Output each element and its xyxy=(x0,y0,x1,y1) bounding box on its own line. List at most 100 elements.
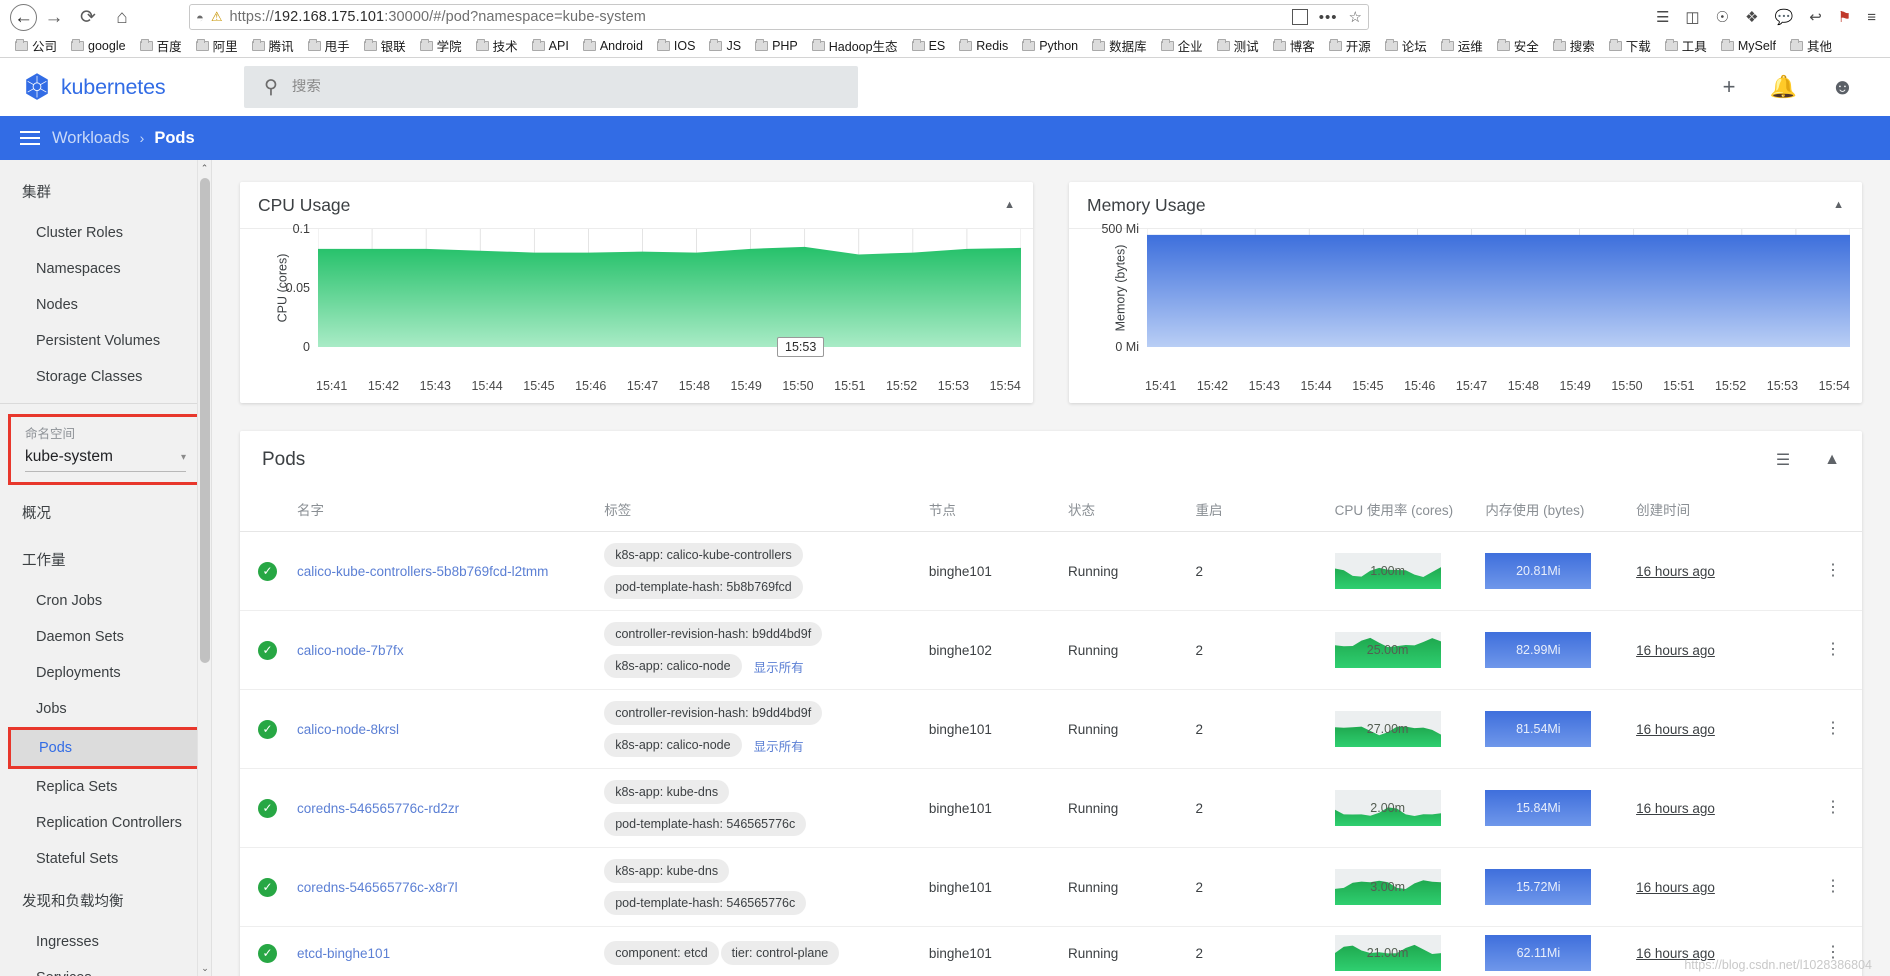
kubernetes-logo[interactable]: kubernetes xyxy=(22,72,214,102)
pod-name-link[interactable]: coredns-546565776c-x8r7l xyxy=(297,880,458,895)
show-all-link[interactable]: 显示所有 xyxy=(754,657,804,676)
column-header[interactable]: 创建时间 xyxy=(1630,489,1804,532)
table-row[interactable]: ✓ etcd-binghe101 component: etcd tier: cont… xyxy=(240,926,1862,976)
address-bar[interactable]: ◓ ⚠ https://192.168.175.101:30000/#/pod?… xyxy=(189,4,1369,30)
global-search[interactable]: ⚲ xyxy=(244,66,858,108)
sidebar-item-replica-sets[interactable]: Replica Sets xyxy=(0,769,211,805)
plus-icon[interactable]: + xyxy=(1723,76,1736,98)
bookmark-item[interactable]: 数据库 xyxy=(1085,36,1154,55)
column-header[interactable]: 重启 xyxy=(1189,489,1329,532)
search-input[interactable] xyxy=(291,79,838,95)
bookmark-item[interactable]: 搜索 xyxy=(1546,36,1602,55)
table-row[interactable]: ✓ calico-kube-controllers-5b8b769fcd-l2tm… xyxy=(240,531,1862,611)
bookmark-item[interactable]: 银联 xyxy=(357,36,413,55)
sidebar-item-services[interactable]: Services xyxy=(0,960,211,976)
sidebar-item-namespaces[interactable]: Namespaces xyxy=(0,251,211,287)
pod-name-link[interactable]: calico-kube-controllers-5b8b769fcd-l2tmm xyxy=(297,564,548,579)
sidebar-item-replication-controllers[interactable]: Replication Controllers xyxy=(0,805,211,841)
bookmark-item[interactable]: 甩手 xyxy=(301,36,357,55)
bookmark-item[interactable]: 开源 xyxy=(1322,36,1378,55)
bookmark-item[interactable]: 其他 xyxy=(1783,36,1839,55)
table-row[interactable]: ✓ calico-node-8krsl controller-revision-ha… xyxy=(240,689,1862,769)
sidebar-item-ingresses[interactable]: Ingresses xyxy=(0,924,211,960)
hamburger-menu-icon[interactable] xyxy=(14,131,52,145)
sidebar-item-stateful-sets[interactable]: Stateful Sets xyxy=(0,841,211,877)
bookmark-item[interactable]: google xyxy=(64,38,133,53)
filter-icon[interactable]: ☰ xyxy=(1776,450,1790,470)
namespace-selector[interactable]: 命名空间 kube-system ▾ xyxy=(8,414,203,485)
scroll-down-icon[interactable]: ⌄ xyxy=(198,960,211,976)
overflow-dots-icon[interactable]: ••• xyxy=(1319,9,1338,26)
sidebar-item-deployments[interactable]: Deployments xyxy=(0,655,211,691)
collapse-icon[interactable]: ▲ xyxy=(1833,199,1844,211)
bookmark-item[interactable]: 技术 xyxy=(469,36,525,55)
pod-name-link[interactable]: calico-node-7b7fx xyxy=(297,643,404,658)
namespace-dropdown[interactable]: kube-system ▾ xyxy=(25,448,186,472)
undo-icon[interactable]: ↩ xyxy=(1809,8,1822,26)
bookmark-item[interactable]: MySelf xyxy=(1714,38,1783,53)
home-button[interactable]: ⌂ xyxy=(105,2,139,32)
bookmark-item[interactable]: 学院 xyxy=(413,36,469,55)
bell-icon[interactable]: 🔔 xyxy=(1769,76,1796,98)
row-menu-icon[interactable]: ⋮ xyxy=(1810,721,1856,736)
sidebar-item-jobs[interactable]: Jobs xyxy=(0,691,211,727)
bookmark-item[interactable]: Hadoop生态 xyxy=(805,36,905,55)
bookmark-item[interactable]: 论坛 xyxy=(1378,36,1434,55)
bookmark-item[interactable]: 企业 xyxy=(1154,36,1210,55)
bookmark-star-icon[interactable]: ☆ xyxy=(1349,8,1362,26)
account-circle-icon[interactable]: ☻ xyxy=(1831,76,1854,98)
pod-name-link[interactable]: etcd-binghe101 xyxy=(297,946,390,961)
bookmark-item[interactable]: Android xyxy=(576,38,650,53)
column-header[interactable]: 状态 xyxy=(1061,489,1190,532)
table-row[interactable]: ✓ coredns-546565776c-rd2zr k8s-app: kube-d… xyxy=(240,768,1862,848)
bookmark-item[interactable]: PHP xyxy=(748,38,805,53)
bookmark-item[interactable]: 百度 xyxy=(133,36,189,55)
pod-name-link[interactable]: coredns-546565776c-rd2zr xyxy=(297,801,459,816)
sidebar-item-daemon-sets[interactable]: Daemon Sets xyxy=(0,619,211,655)
collapse-icon[interactable]: ▲ xyxy=(1004,199,1015,211)
bookmark-item[interactable]: 博客 xyxy=(1266,36,1322,55)
forward-button[interactable]: → xyxy=(37,2,71,32)
scrollbar-thumb[interactable] xyxy=(200,178,210,663)
flag-icon[interactable]: ⚑ xyxy=(1838,8,1851,26)
sidebar-item-pods[interactable]: Pods xyxy=(11,730,200,766)
sidebar-item-cluster-roles[interactable]: Cluster Roles xyxy=(0,215,211,251)
row-menu-icon[interactable]: ⋮ xyxy=(1810,642,1856,657)
table-row[interactable]: ✓ calico-node-7b7fx controller-revision-ha… xyxy=(240,610,1862,690)
bookmark-item[interactable]: 公司 xyxy=(8,36,64,55)
bookmark-item[interactable]: 阿里 xyxy=(189,36,245,55)
bookmark-item[interactable]: ES xyxy=(905,38,953,53)
sidebar-scrollbar[interactable]: ⌃ ⌄ xyxy=(197,160,211,976)
browser-menu-icon[interactable]: ≡ xyxy=(1867,9,1876,26)
sidebar-icon[interactable]: ◫ xyxy=(1685,8,1699,26)
bookmark-item[interactable]: Redis xyxy=(952,38,1015,53)
back-button[interactable]: ← xyxy=(10,3,37,31)
sidebar-item-overview[interactable]: 概况 xyxy=(0,489,211,536)
bookmark-item[interactable]: API xyxy=(525,38,576,53)
chat-icon[interactable]: 💬 xyxy=(1775,8,1794,26)
bookmark-item[interactable]: 下载 xyxy=(1602,36,1658,55)
bookmark-item[interactable]: 运维 xyxy=(1434,36,1490,55)
bookmark-item[interactable]: 工具 xyxy=(1658,36,1714,55)
breadcrumb-parent[interactable]: Workloads xyxy=(52,129,130,148)
row-menu-icon[interactable]: ⋮ xyxy=(1810,945,1856,960)
library-icon[interactable]: ☰ xyxy=(1656,8,1669,26)
bookmark-item[interactable]: JS xyxy=(702,38,748,53)
column-header[interactable]: 标签 xyxy=(598,489,923,532)
scroll-up-icon[interactable]: ⌃ xyxy=(198,160,211,176)
bookmark-item[interactable]: 安全 xyxy=(1490,36,1546,55)
column-header[interactable]: 内存使用 (bytes) xyxy=(1479,489,1631,532)
sidebar-item-cron-jobs[interactable]: Cron Jobs xyxy=(0,583,211,619)
table-row[interactable]: ✓ coredns-546565776c-x8r7l k8s-app: kube-d… xyxy=(240,847,1862,927)
collapse-icon[interactable]: ▲ xyxy=(1824,451,1840,469)
bookmark-item[interactable]: 测试 xyxy=(1210,36,1266,55)
extensions-icon[interactable]: ❖ xyxy=(1745,8,1758,26)
row-menu-icon[interactable]: ⋮ xyxy=(1810,879,1856,894)
sidebar-item-nodes[interactable]: Nodes xyxy=(0,287,211,323)
column-header[interactable] xyxy=(240,489,291,532)
bookmark-item[interactable]: IOS xyxy=(650,38,703,53)
bookmark-item[interactable]: 腾讯 xyxy=(245,36,301,55)
pod-name-link[interactable]: calico-node-8krsl xyxy=(297,722,399,737)
column-header[interactable] xyxy=(1803,489,1862,532)
column-header[interactable]: 节点 xyxy=(922,489,1062,532)
